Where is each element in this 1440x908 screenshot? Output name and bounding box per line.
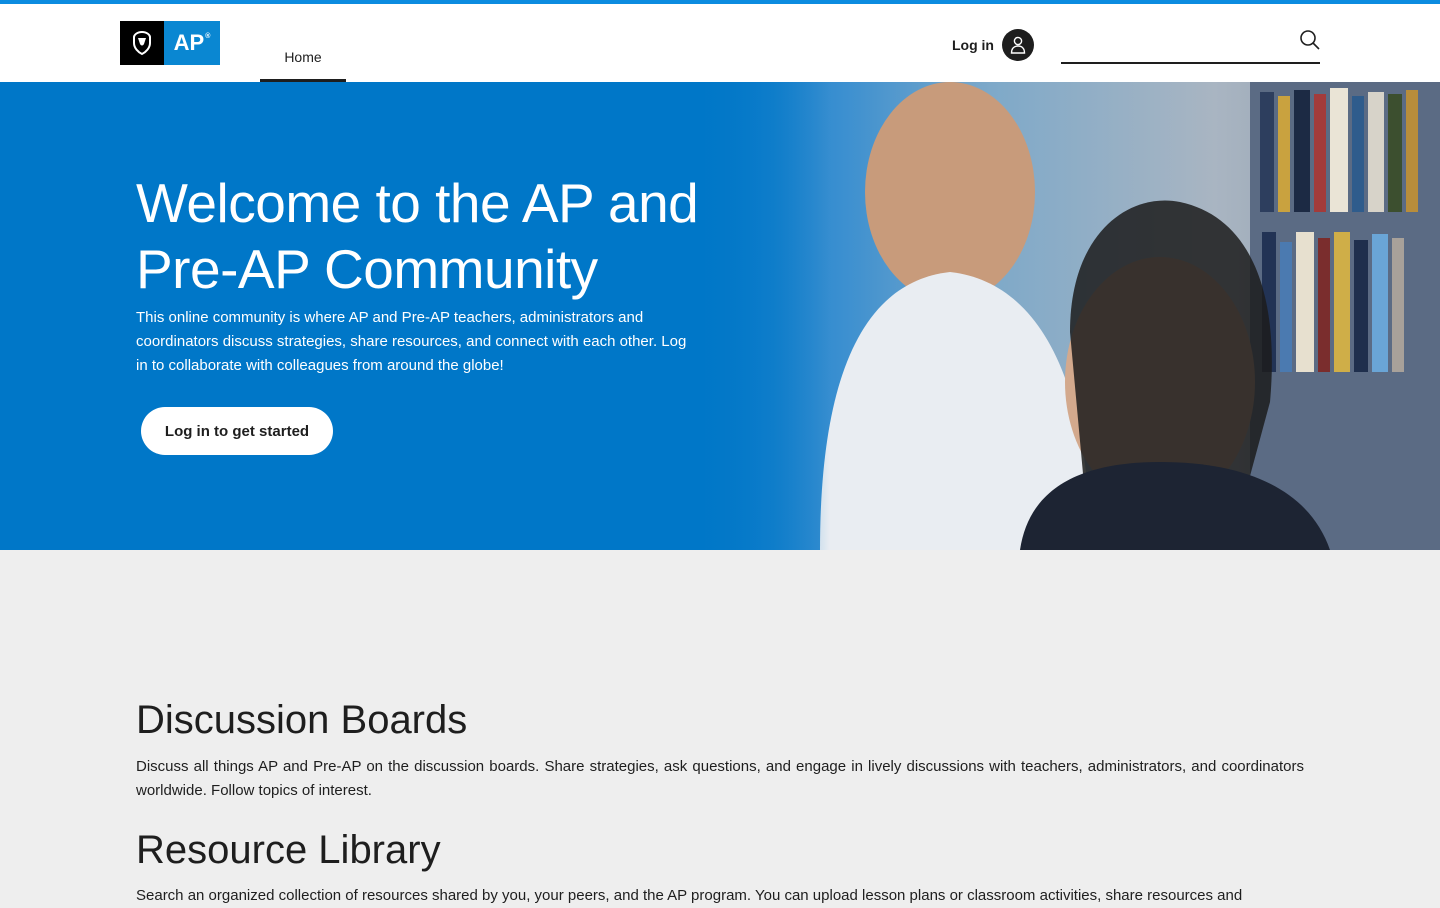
hero-banner: Welcome to the AP and Pre-AP Community T… [0, 82, 1440, 550]
logo-wordmark: AP ® [164, 21, 220, 65]
site-header: AP ® Home Log in [0, 4, 1440, 82]
user-icon [1002, 29, 1034, 61]
search-input[interactable] [1061, 22, 1290, 62]
search-icon[interactable] [1298, 28, 1322, 52]
registered-mark: ® [205, 32, 211, 40]
hero-description: This online community is where AP and Pr… [136, 309, 687, 374]
hero-title: Welcome to the AP and Pre-AP Community [136, 172, 699, 300]
ap-logo[interactable]: AP ® [120, 21, 220, 65]
nav-tab-home-label: Home [284, 48, 322, 65]
hero-photo-fade [690, 82, 830, 550]
resource-library-text: Search an organized collection of resour… [136, 887, 1243, 904]
nav-tab-home[interactable]: Home [260, 4, 346, 82]
acorn-shield-icon [120, 21, 164, 65]
resource-library-heading: Resource Library [136, 828, 441, 872]
search-box [1061, 22, 1320, 64]
discussion-boards-heading: Discussion Boards [136, 698, 468, 742]
login-label: Log in [952, 37, 994, 53]
login-button[interactable]: Log in [952, 28, 1034, 62]
logo-text: AP [173, 30, 205, 55]
login-to-get-started-button[interactable]: Log in to get started [141, 407, 333, 455]
discussion-boards-text: Discuss all things AP and Pre-AP on the … [136, 758, 1304, 799]
